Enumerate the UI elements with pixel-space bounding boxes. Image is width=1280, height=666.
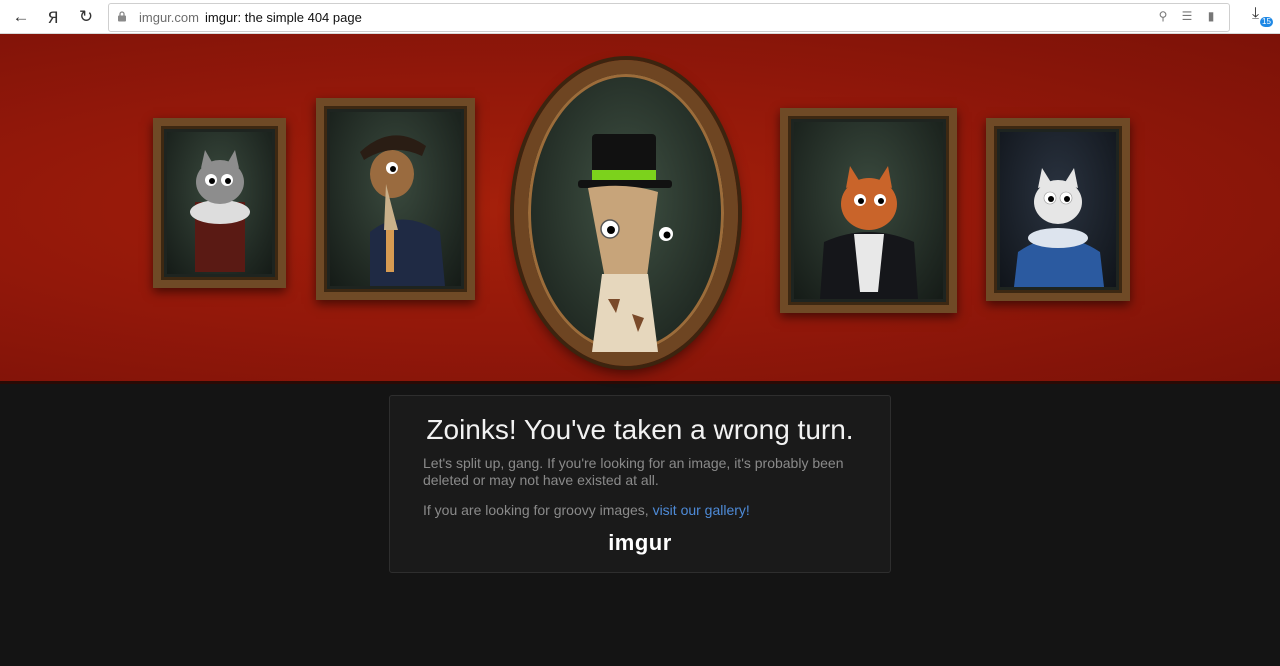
downloads-icon[interactable]: ⤓ 15 bbox=[1248, 5, 1273, 29]
error-card: Zoinks! You've taken a wrong turn. Let's… bbox=[389, 395, 891, 573]
portrait-cat-ruff bbox=[153, 118, 286, 288]
orange-cat-portrait-image bbox=[820, 166, 918, 299]
bookmark-icon[interactable]: ▮ bbox=[1203, 9, 1219, 23]
downloads-count-badge: 15 bbox=[1260, 17, 1273, 27]
page-title: imgur: the simple 404 page bbox=[205, 10, 362, 25]
gallery-suggestion: If you are looking for groovy images, vi… bbox=[423, 502, 863, 519]
portrait-ferret-hat bbox=[316, 98, 475, 300]
search-page-icon[interactable]: ⚲ bbox=[1155, 9, 1171, 23]
gallery-suggestion-text: If you are looking for groovy images, bbox=[423, 502, 649, 518]
reload-icon[interactable]: ↻ bbox=[75, 6, 97, 28]
visit-gallery-link[interactable]: visit our gallery! bbox=[653, 502, 750, 518]
gray-cat-portrait-image bbox=[190, 150, 250, 272]
white-cat-portrait-image bbox=[1014, 168, 1104, 287]
translate-icon[interactable]: ☰ bbox=[1179, 9, 1195, 23]
portrait-orange-cat bbox=[780, 108, 957, 313]
address-bar[interactable]: imgur.com imgur: the simple 404 page ⚲ ☰… bbox=[108, 3, 1230, 32]
giraffe-portrait-image bbox=[578, 134, 673, 352]
portrait-gallery-banner bbox=[0, 34, 1280, 384]
browser-toolbar: ← Я ↻ imgur.com imgur: the simple 404 pa… bbox=[0, 0, 1280, 34]
imgur-logo[interactable]: imgur bbox=[390, 530, 890, 556]
error-description: Let's split up, gang. If you're looking … bbox=[423, 455, 844, 488]
url-domain: imgur.com bbox=[139, 10, 199, 25]
error-headline: Zoinks! You've taken a wrong turn. bbox=[426, 414, 854, 445]
back-arrow-icon[interactable]: ← bbox=[10, 6, 32, 28]
ferret-portrait-image bbox=[360, 135, 445, 286]
portrait-giraffe-oval bbox=[514, 60, 738, 366]
portrait-white-cat bbox=[986, 118, 1130, 301]
lock-icon bbox=[118, 11, 126, 22]
yandex-button[interactable]: Я bbox=[42, 6, 64, 28]
